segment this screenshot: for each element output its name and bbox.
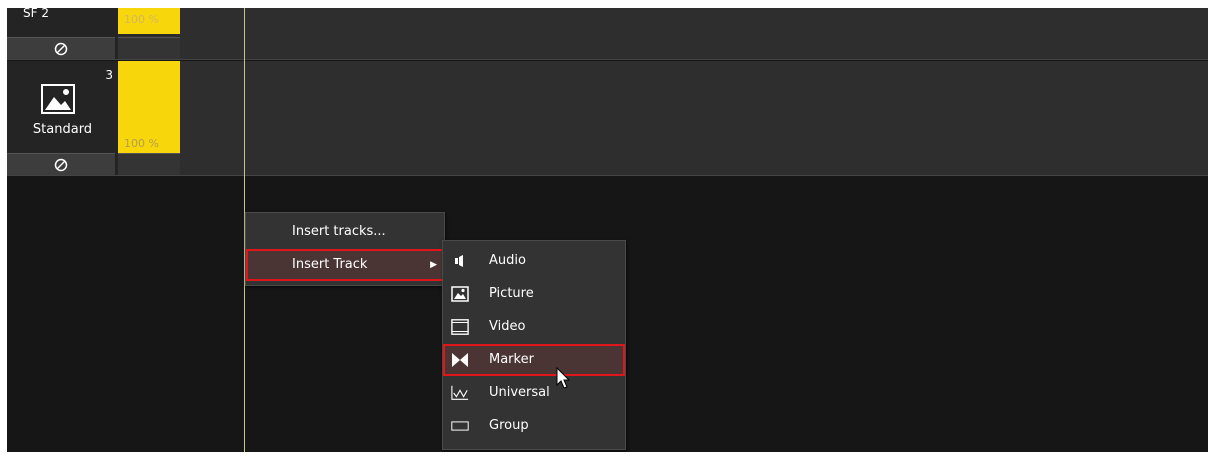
- submenu-item-group[interactable]: Group: [443, 410, 625, 442]
- menu-item-insert-tracks[interactable]: Insert tracks...: [246, 216, 444, 248]
- timeline-window: SF 2 100 % 3 Standard 100 % Insert track…: [7, 8, 1208, 452]
- insert-track-submenu: Audio Picture Video Marker Universal Gro…: [442, 240, 626, 450]
- track-name: SF 2: [23, 8, 49, 20]
- menu-item-label: Insert tracks...: [292, 224, 386, 239]
- picture-icon: [451, 285, 469, 303]
- volume-value: 100 %: [124, 137, 159, 150]
- audio-icon: [451, 252, 469, 270]
- mute-button[interactable]: [7, 153, 115, 175]
- submenu-item-audio[interactable]: Audio: [443, 245, 625, 277]
- context-menu: Insert tracks... Insert Track ▶: [245, 212, 445, 286]
- track-header[interactable]: SF 2: [7, 8, 118, 59]
- track-sf2[interactable]: SF 2 100 %: [7, 8, 1208, 60]
- menu-item-insert-track[interactable]: Insert Track ▶: [246, 249, 444, 281]
- picture-icon: [41, 84, 75, 114]
- mute-icon: [54, 158, 68, 171]
- track-header[interactable]: 3 Standard: [7, 61, 118, 175]
- volume-footer: [118, 153, 180, 175]
- marker-icon: [451, 351, 469, 369]
- track-standard[interactable]: 3 Standard 100 %: [7, 61, 1208, 176]
- track-timeline[interactable]: [180, 61, 1208, 175]
- submenu-item-label: Audio: [489, 253, 526, 268]
- video-icon: [451, 318, 469, 336]
- group-icon: [451, 417, 469, 435]
- mute-icon: [54, 42, 68, 55]
- track-timeline[interactable]: [180, 8, 1208, 59]
- mouse-cursor-icon: [556, 367, 571, 389]
- submenu-item-label: Picture: [489, 286, 534, 301]
- track-label: Standard: [32, 122, 93, 137]
- submenu-item-picture[interactable]: Picture: [443, 278, 625, 310]
- submenu-item-label: Universal: [489, 385, 550, 400]
- volume-slider[interactable]: 100 %: [118, 61, 180, 175]
- submenu-arrow-icon: ▶: [430, 260, 437, 270]
- volume-value: 100 %: [124, 13, 159, 26]
- volume-slider[interactable]: 100 %: [118, 8, 180, 59]
- track-number: 3: [105, 68, 113, 82]
- submenu-item-marker[interactable]: Marker: [443, 344, 625, 376]
- menu-item-label: Insert Track: [292, 257, 368, 272]
- submenu-item-video[interactable]: Video: [443, 311, 625, 343]
- submenu-item-universal[interactable]: Universal: [443, 377, 625, 409]
- universal-icon: [451, 384, 469, 402]
- volume-footer: [118, 37, 180, 59]
- submenu-item-label: Marker: [489, 352, 534, 367]
- submenu-item-label: Group: [489, 418, 529, 433]
- submenu-item-label: Video: [489, 319, 526, 334]
- mute-button[interactable]: [7, 37, 115, 59]
